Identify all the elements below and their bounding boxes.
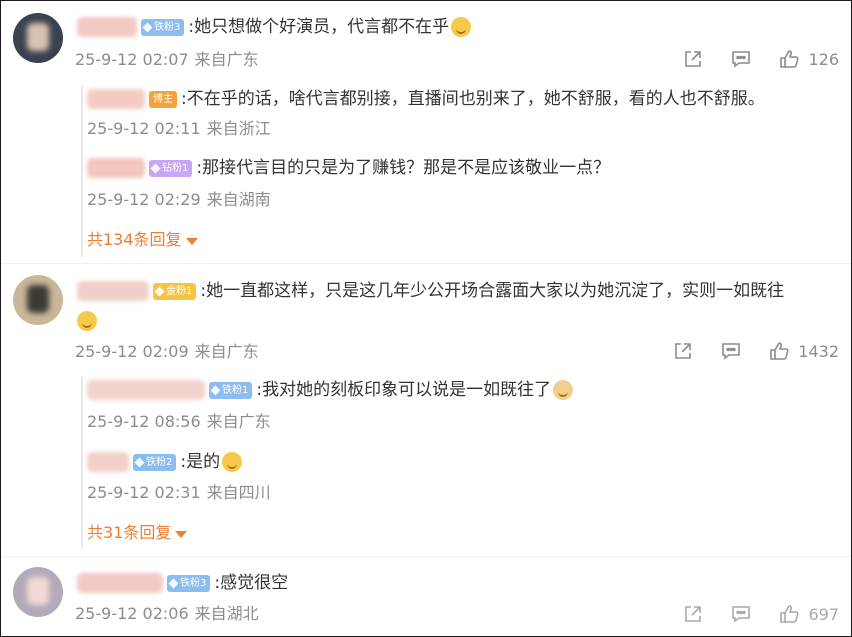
fan-badge: 铁粉2 — [133, 453, 177, 471]
reply-content: 铁粉1 :我对她的刻板印象可以说是一如既往了 — [87, 378, 574, 402]
location: 来自广东 — [194, 342, 259, 361]
diamond-icon — [150, 163, 161, 173]
timestamp: 25-9-12 08:56 — [87, 412, 201, 431]
reply-button[interactable] — [720, 340, 742, 362]
share-button[interactable] — [682, 603, 704, 625]
laugh-cry-emoji-icon — [451, 17, 472, 37]
chevron-down-icon — [175, 530, 188, 538]
location: 来自广东 — [206, 412, 271, 431]
location: 来自四川 — [206, 483, 271, 502]
like-count: 697 — [808, 604, 839, 624]
share-button[interactable] — [672, 340, 694, 362]
doge-emoji-icon — [553, 380, 574, 400]
comment-content: 金粉1 :她一直都这样，只是这几年少公开场合露面大家以为她沉淀了，实则一如既往 — [77, 279, 784, 303]
avatar[interactable] — [13, 13, 63, 63]
username[interactable] — [87, 89, 145, 109]
divider — [1, 556, 851, 557]
comment-actions: 1432 — [646, 340, 839, 362]
like-button[interactable]: 697 — [778, 603, 839, 625]
reply-thread-line — [81, 377, 83, 549]
comment-text: :她一直都这样，只是这几年少公开场合露面大家以为她沉淀了，实则一如既往 — [200, 281, 785, 301]
avatar[interactable] — [13, 275, 63, 325]
fan-badge: 钻粉1 — [149, 159, 193, 177]
diamond-icon — [210, 385, 221, 395]
timestamp: 25-9-12 02:06 — [75, 604, 189, 623]
location: 来自浙江 — [206, 119, 271, 138]
reply-content: 博主 :不在乎的话，啥代言都别接，直播间也别来了，她不舒服，看的人也不舒服。 — [87, 87, 765, 111]
comment-meta: 25-9-12 02:06 来自湖北 — [75, 603, 259, 625]
comment-section: 铁粉3 :她只想做个好演员，代言都不在乎 25-9-12 02:07 来自广东 1… — [0, 0, 852, 637]
username[interactable] — [77, 573, 163, 593]
fan-badge: 铁粉1 — [209, 381, 253, 399]
reply-meta: 25-9-12 08:56 来自广东 — [87, 411, 271, 433]
timestamp: 25-9-12 02:07 — [75, 50, 189, 69]
like-button[interactable]: 1432 — [768, 340, 839, 362]
reply-content: 铁粉2 :是的 — [87, 450, 243, 474]
reply-meta: 25-9-12 02:11 来自浙江 — [87, 118, 271, 140]
comment-text: :感觉很空 — [214, 573, 289, 593]
share-icon — [675, 343, 692, 359]
timestamp: 25-9-12 02:09 — [75, 342, 189, 361]
diamond-icon — [168, 578, 179, 588]
comment-actions: 697 — [656, 603, 839, 625]
pondering-emoji-icon — [77, 311, 97, 331]
reply-text: :我对她的刻板印象可以说是一如既往了 — [256, 380, 552, 400]
username[interactable] — [87, 158, 145, 178]
comment-content: 铁粉3 :她只想做个好演员，代言都不在乎 — [77, 15, 472, 39]
share-icon — [685, 51, 702, 67]
more-replies-link[interactable]: 共134条回复 — [87, 229, 198, 251]
diamond-icon — [154, 286, 165, 296]
comment-text: :她只想做个好演员，代言都不在乎 — [188, 17, 450, 37]
reply-meta: 25-9-12 02:29 来自湖南 — [87, 189, 271, 211]
comment-content: 铁粉3 :感觉很空 — [77, 571, 288, 595]
timestamp: 25-9-12 02:29 — [87, 190, 201, 209]
divider — [1, 263, 851, 264]
username[interactable] — [77, 17, 137, 37]
reply-thread-line — [81, 85, 83, 257]
username[interactable] — [87, 452, 129, 472]
username[interactable] — [87, 380, 205, 400]
like-icon — [770, 342, 789, 360]
laugh-cry-emoji-icon — [222, 452, 243, 472]
diamond-icon — [134, 457, 145, 467]
comment-actions: 126 — [656, 48, 839, 70]
comment-icon — [732, 606, 751, 623]
avatar[interactable] — [13, 567, 63, 617]
reply-content: 钻粉1 :那接代言目的只是为了赚钱？那是不是应该敬业一点？ — [87, 156, 610, 180]
more-replies-link[interactable]: 共31条回复 — [87, 522, 188, 544]
share-button[interactable] — [682, 48, 704, 70]
like-button[interactable]: 126 — [778, 48, 839, 70]
like-count: 1432 — [798, 341, 839, 361]
reply-meta: 25-9-12 02:31 来自四川 — [87, 482, 271, 504]
host-badge: 博主 — [149, 90, 177, 108]
like-icon — [780, 50, 800, 68]
reply-button[interactable] — [730, 48, 752, 70]
share-icon — [685, 606, 702, 622]
like-icon — [780, 605, 800, 623]
chevron-down-icon — [185, 237, 198, 245]
comment-meta: 25-9-12 02:07 来自广东 — [75, 49, 259, 71]
reply-text: :不在乎的话，啥代言都别接，直播间也别来了，她不舒服，看的人也不舒服。 — [181, 89, 765, 109]
reply-button[interactable] — [730, 603, 752, 625]
location: 来自广东 — [194, 50, 259, 69]
reply-text: :那接代言目的只是为了赚钱？那是不是应该敬业一点？ — [196, 158, 611, 178]
reply-text: :是的 — [180, 452, 221, 472]
location: 来自湖北 — [194, 604, 259, 623]
comment-icon — [722, 343, 741, 360]
timestamp: 25-9-12 02:11 — [87, 119, 201, 138]
username[interactable] — [77, 281, 149, 301]
comment-icon — [732, 51, 751, 68]
timestamp: 25-9-12 02:31 — [87, 483, 201, 502]
fan-badge: 金粉1 — [153, 282, 197, 300]
diamond-icon — [142, 22, 153, 32]
fan-badge: 铁粉3 — [167, 574, 211, 592]
like-count: 126 — [808, 49, 839, 69]
fan-badge: 铁粉3 — [141, 18, 185, 36]
comment-meta: 25-9-12 02:09 来自广东 — [75, 341, 259, 363]
location: 来自湖南 — [206, 190, 271, 209]
